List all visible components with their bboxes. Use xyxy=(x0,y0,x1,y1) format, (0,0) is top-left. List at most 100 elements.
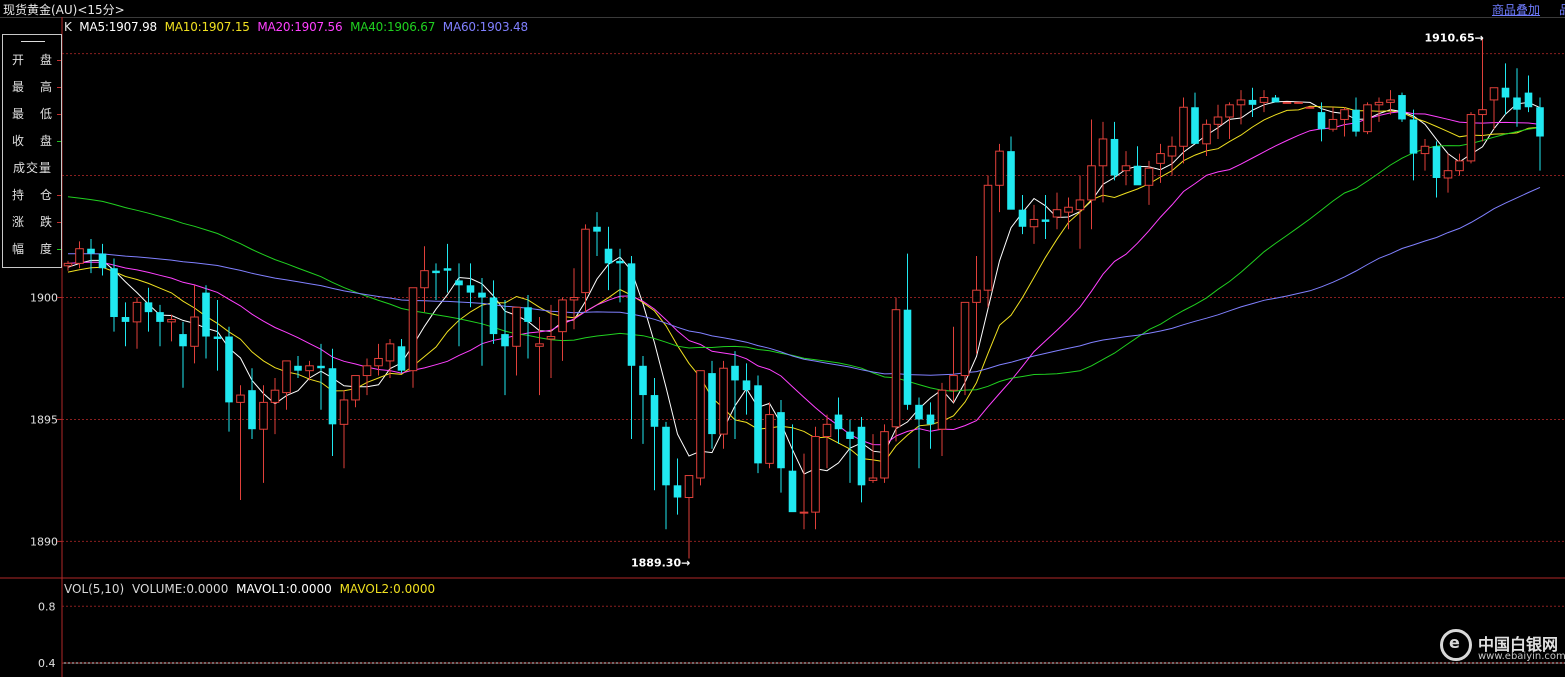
price-chart[interactable]: 1890 1895 1900 0.4 0.8 1910.65→ 1889.30→ xyxy=(0,0,1565,677)
candle xyxy=(1087,119,1096,230)
candle xyxy=(132,297,142,349)
candle xyxy=(662,421,670,530)
candle-body-up xyxy=(1167,145,1177,157)
candle-body-up xyxy=(167,318,176,323)
candle xyxy=(754,375,762,474)
candle xyxy=(788,424,797,513)
candle xyxy=(1110,121,1119,181)
candle-body-up xyxy=(546,336,556,340)
candle xyxy=(1466,112,1476,164)
candle-body-down xyxy=(524,307,532,322)
candle-body-down xyxy=(1501,87,1510,98)
candle xyxy=(167,314,176,342)
candle-body-up xyxy=(983,184,993,291)
candle xyxy=(1478,38,1487,142)
candle-body-down xyxy=(673,485,682,498)
watermark-logo: e 中国白银网 www.ebaiyin.com xyxy=(1440,629,1565,669)
candle-body-down xyxy=(1191,107,1199,144)
candle xyxy=(1179,97,1188,164)
candle xyxy=(443,243,452,293)
ma60-value: MA60:1903.48 xyxy=(442,20,528,34)
candle-body-down xyxy=(478,292,486,298)
candle-body-up xyxy=(1478,109,1487,116)
info-row-position: 持仓 xyxy=(3,182,61,208)
candle xyxy=(604,226,613,291)
candle xyxy=(1075,175,1085,249)
candle-body-up xyxy=(1052,209,1062,218)
candle-body-down xyxy=(202,292,210,337)
candle-body-up xyxy=(581,228,590,294)
k-label: K xyxy=(64,20,72,34)
ma10-value: MA10:1907.15 xyxy=(164,20,250,34)
candle-body-up xyxy=(1064,206,1073,213)
quote-info-panel: 开盘 最高 最低 收盘 成交量 持仓 涨跌 幅度 xyxy=(2,34,62,268)
candle-body-up xyxy=(236,394,245,403)
candle xyxy=(1340,107,1349,137)
candle xyxy=(294,356,302,378)
high-price-annotation: 1910.65→ xyxy=(1425,32,1484,45)
candle xyxy=(156,304,164,347)
candle-body-up xyxy=(535,343,544,347)
candle xyxy=(110,258,118,332)
candle xyxy=(684,475,694,559)
candle xyxy=(915,397,923,469)
info-row-open: 开盘 xyxy=(3,47,61,73)
candle xyxy=(1007,136,1015,210)
candle-body-down xyxy=(1536,107,1544,137)
candle xyxy=(1167,136,1177,176)
candle-body-up xyxy=(270,389,280,403)
candle-body-up xyxy=(558,299,567,333)
candle xyxy=(1018,195,1027,235)
ma-legend: K MA5:1907.98 MA10:1907.15 MA20:1907.56 … xyxy=(64,20,532,34)
candle-body-up xyxy=(937,389,947,430)
candle xyxy=(742,363,751,415)
candle xyxy=(408,287,418,388)
candle-body-up xyxy=(512,306,521,347)
info-row-close: 收盘 xyxy=(3,128,61,154)
candle-body-up xyxy=(259,401,268,430)
candle-body-up xyxy=(408,287,418,372)
candle xyxy=(627,256,636,439)
candle-body-up xyxy=(1144,167,1154,186)
candle xyxy=(1041,195,1050,239)
candle-body-up xyxy=(132,301,142,323)
ma60-line xyxy=(67,186,1541,376)
moving-average-lines xyxy=(67,100,1541,475)
candle xyxy=(1282,101,1292,104)
candle-body-up xyxy=(385,343,395,362)
candle-body-down xyxy=(1133,165,1142,186)
candle xyxy=(880,424,889,483)
candle xyxy=(455,263,463,347)
candle xyxy=(1524,75,1533,113)
mavol2-value: MAVOL2:0.0000 xyxy=(339,582,436,596)
candle-body-down xyxy=(87,248,95,254)
candle xyxy=(1513,68,1521,127)
candle-body-up xyxy=(1328,118,1338,130)
candle-body-up xyxy=(1466,114,1476,162)
candle xyxy=(1305,106,1315,109)
candle xyxy=(202,285,210,359)
candle xyxy=(512,306,521,376)
candle xyxy=(1501,63,1510,115)
candle-body-down xyxy=(1110,138,1119,176)
ma20-value: MA20:1907.56 xyxy=(257,20,343,34)
ma40-line xyxy=(67,127,1541,392)
candle xyxy=(696,370,705,486)
candle-body-down xyxy=(443,268,452,271)
ma5-value: MA5:1907.98 xyxy=(79,20,157,34)
candle xyxy=(1409,109,1418,181)
candle-body-up xyxy=(765,414,774,464)
candle-body-up xyxy=(1202,123,1211,145)
candle xyxy=(926,402,935,449)
candle xyxy=(765,402,774,469)
candle xyxy=(501,299,509,396)
candle xyxy=(270,377,280,435)
candle-body-up xyxy=(1305,106,1315,109)
candle xyxy=(524,295,532,359)
candle xyxy=(616,248,624,303)
candle xyxy=(1294,101,1303,104)
candle-body-down xyxy=(1352,109,1360,132)
volume-tick-label: 0.4 xyxy=(38,657,56,670)
candle-body-down xyxy=(248,390,256,430)
candle xyxy=(1236,90,1246,125)
